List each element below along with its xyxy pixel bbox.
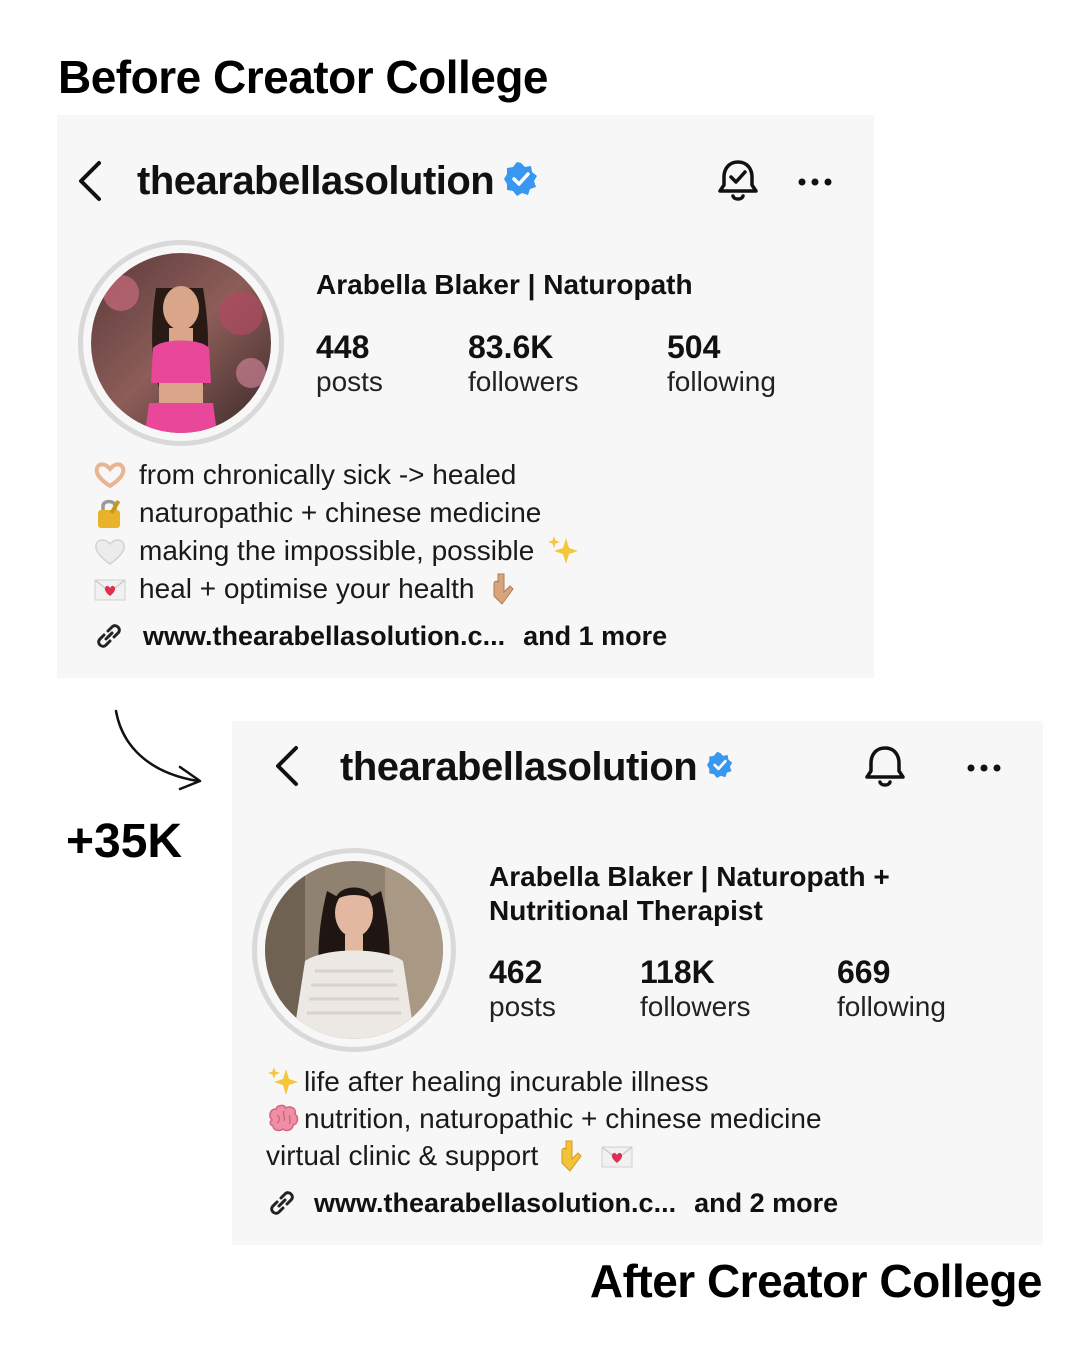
username: thearabellasolution	[340, 744, 698, 789]
stat-value: 504	[667, 329, 721, 365]
notification-bell-icon[interactable]	[862, 743, 908, 796]
sparkles-icon	[266, 1065, 300, 1099]
link-icon	[264, 1185, 300, 1221]
link-url[interactable]: www.thearabellasolution.c...	[314, 1188, 676, 1219]
bio-line: from chronically sick -> healed	[93, 456, 516, 494]
bio-line: virtual clinic & support	[266, 1137, 634, 1175]
after-heading: After Creator College	[589, 1255, 1043, 1307]
back-arrow-icon[interactable]	[75, 159, 105, 203]
bio-line: making the impossible, possible	[93, 532, 580, 570]
stat-label: followers	[468, 366, 579, 397]
love-letter-icon	[600, 1139, 634, 1173]
display-name-line: Nutritional Therapist	[489, 895, 763, 926]
more-options-icon[interactable]	[797, 175, 833, 193]
follower-growth: +35K	[66, 815, 183, 868]
stat-value: 448	[316, 329, 370, 365]
pointing-down-icon	[554, 1139, 588, 1173]
stat-label: posts	[316, 366, 383, 397]
after-profile-card: thearabellasolution Arabella Blaker | Na…	[232, 721, 1043, 1245]
bio-text: from chronically sick -> healed	[139, 459, 517, 490]
username: thearabellasolution	[137, 158, 495, 203]
display-name-line: Arabella Blaker | Naturopath +	[489, 861, 890, 892]
before-profile-card: thearabellasolution Arabella Blaker | Na…	[57, 115, 874, 678]
notification-bell-checked-icon[interactable]	[715, 157, 761, 210]
more-options-icon[interactable]	[966, 761, 1002, 779]
profile-header	[75, 155, 105, 207]
stat-following[interactable]: 669 following	[837, 954, 946, 1024]
username-row: thearabellasolution	[340, 741, 733, 793]
display-name: Arabella Blaker | Naturopath + Nutrition…	[489, 860, 890, 928]
stat-posts[interactable]: 462 posts	[489, 954, 556, 1024]
stat-followers[interactable]: 83.6K followers	[468, 329, 578, 399]
avatar[interactable]	[265, 861, 443, 1039]
link-more[interactable]: and 1 more	[523, 621, 667, 652]
stat-value: 83.6K	[468, 329, 554, 365]
back-arrow-icon[interactable]	[272, 744, 302, 793]
display-name: Arabella Blaker | Naturopath	[316, 269, 693, 300]
stat-value: 669	[837, 954, 891, 990]
username-row: thearabellasolution	[137, 155, 538, 207]
avatar[interactable]	[91, 253, 271, 433]
bio-text: nutrition, naturopathic + chinese medici…	[304, 1103, 822, 1134]
link-more[interactable]: and 2 more	[694, 1188, 838, 1219]
stat-label: following	[667, 366, 776, 397]
before-heading: Before Creator College	[58, 51, 549, 103]
bio-text: naturopathic + chinese medicine	[139, 497, 542, 528]
bio-link[interactable]: www.thearabellasolution.c... and 1 more	[91, 618, 667, 654]
bio-text: virtual clinic & support	[266, 1140, 539, 1171]
curved-arrow-icon	[108, 705, 208, 800]
stat-label: posts	[489, 991, 556, 1022]
stat-followers[interactable]: 118K followers	[640, 954, 750, 1024]
stat-label: followers	[640, 991, 751, 1022]
sparkles-icon	[546, 534, 580, 568]
verified-badge-icon	[707, 751, 733, 783]
stat-posts[interactable]: 448 posts	[316, 329, 383, 399]
stat-value: 462	[489, 954, 543, 990]
bio-line: life after healing incurable illness	[266, 1063, 709, 1101]
link-url[interactable]: www.thearabellasolution.c...	[143, 621, 505, 652]
heart-hands-icon	[93, 458, 127, 492]
stat-value: 118K	[640, 954, 715, 990]
pointing-down-icon	[486, 572, 520, 606]
stat-label: following	[837, 991, 946, 1022]
bio-text: heal + optimise your health	[139, 573, 475, 604]
verified-badge-icon	[504, 161, 538, 201]
bio-text: making the impossible, possible	[139, 535, 535, 566]
bio-line: naturopathic + chinese medicine	[93, 494, 541, 532]
bio-text: life after healing incurable illness	[304, 1066, 709, 1097]
white-heart-icon	[93, 534, 127, 568]
love-letter-icon	[93, 572, 127, 606]
bio-line: nutrition, naturopathic + chinese medici…	[266, 1100, 822, 1138]
lock-key-icon	[93, 496, 127, 530]
bio-line: heal + optimise your health	[93, 570, 520, 608]
stat-following[interactable]: 504 following	[667, 329, 776, 399]
bio-link[interactable]: www.thearabellasolution.c... and 2 more	[264, 1185, 838, 1221]
brain-icon	[266, 1102, 300, 1136]
link-icon	[91, 618, 127, 654]
